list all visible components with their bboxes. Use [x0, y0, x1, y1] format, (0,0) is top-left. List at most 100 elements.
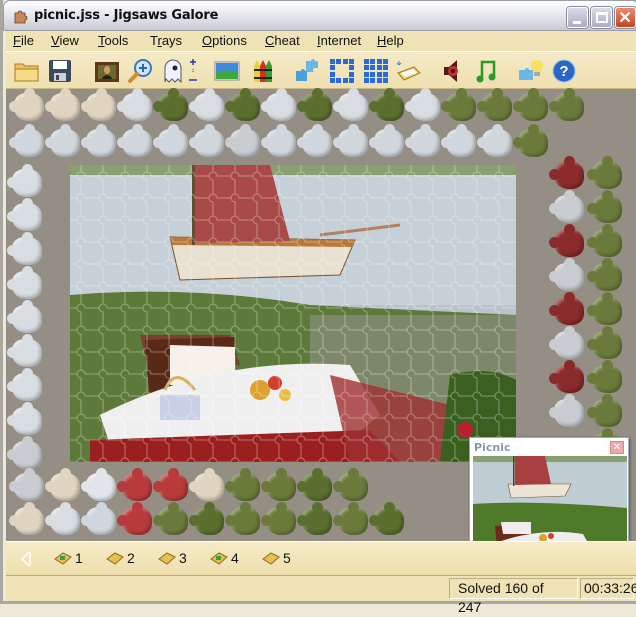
colors-button[interactable]: [249, 57, 277, 85]
menu-internet[interactable]: Internet: [317, 33, 361, 48]
loose-puzzle-piece[interactable]: [153, 502, 188, 535]
loose-puzzle-piece[interactable]: [7, 232, 42, 265]
music-button[interactable]: [473, 57, 501, 85]
puzzle-assembly[interactable]: [70, 165, 516, 462]
loose-puzzle-piece[interactable]: [405, 88, 440, 121]
menu-cheat[interactable]: Cheat: [265, 33, 300, 48]
tray-1[interactable]: 1: [54, 550, 83, 566]
loose-puzzle-piece[interactable]: [297, 88, 332, 121]
loose-puzzle-piece[interactable]: [549, 88, 584, 121]
loose-puzzle-piece[interactable]: [45, 502, 80, 535]
loose-puzzle-piece[interactable]: [189, 124, 224, 157]
loose-puzzle-piece[interactable]: [81, 124, 116, 157]
loose-puzzle-piece[interactable]: [261, 88, 296, 121]
loose-puzzle-piece[interactable]: [587, 326, 622, 359]
save-button[interactable]: [46, 57, 74, 85]
loose-puzzle-piece[interactable]: [117, 468, 152, 501]
loose-puzzle-piece[interactable]: [189, 468, 224, 501]
menu-trays[interactable]: Trays: [150, 33, 182, 48]
tray-2[interactable]: 2: [106, 550, 135, 566]
minimize-button[interactable]: [567, 7, 588, 28]
loose-puzzle-piece[interactable]: [333, 124, 368, 157]
scatter-button[interactable]: [293, 57, 321, 85]
loose-puzzle-piece[interactable]: [45, 468, 80, 501]
loose-puzzle-piece[interactable]: [45, 124, 80, 157]
loose-puzzle-piece[interactable]: [45, 88, 80, 121]
loose-puzzle-piece[interactable]: [549, 326, 584, 359]
loose-puzzle-piece[interactable]: [477, 124, 512, 157]
all-pieces-button[interactable]: [362, 57, 390, 85]
loose-puzzle-piece[interactable]: [9, 88, 44, 121]
background-button[interactable]: [213, 57, 241, 85]
loose-puzzle-piece[interactable]: [549, 224, 584, 257]
loose-puzzle-piece[interactable]: [333, 502, 368, 535]
loose-puzzle-piece[interactable]: [441, 88, 476, 121]
loose-puzzle-piece[interactable]: [189, 502, 224, 535]
loose-puzzle-piece[interactable]: [587, 258, 622, 291]
edge-pieces-button[interactable]: [328, 57, 356, 85]
open-button[interactable]: [13, 57, 41, 85]
loose-puzzle-piece[interactable]: [9, 502, 44, 535]
loose-puzzle-piece[interactable]: [369, 88, 404, 121]
loose-puzzle-piece[interactable]: [587, 292, 622, 325]
loose-puzzle-piece[interactable]: [9, 468, 44, 501]
ghost-adjust-button[interactable]: [186, 57, 200, 85]
loose-puzzle-piece[interactable]: [9, 124, 44, 157]
loose-puzzle-piece[interactable]: [7, 300, 42, 333]
loose-puzzle-piece[interactable]: [549, 156, 584, 189]
menu-view[interactable]: View: [51, 33, 79, 48]
loose-puzzle-piece[interactable]: [7, 266, 42, 299]
menu-file[interactable]: File: [13, 33, 34, 48]
loose-puzzle-piece[interactable]: [117, 502, 152, 535]
loose-puzzle-piece[interactable]: [587, 156, 622, 189]
loose-puzzle-piece[interactable]: [477, 88, 512, 121]
loose-puzzle-piece[interactable]: [261, 124, 296, 157]
loose-puzzle-piece[interactable]: [153, 88, 188, 121]
loose-puzzle-piece[interactable]: [587, 224, 622, 257]
picture-button[interactable]: [93, 57, 121, 85]
loose-puzzle-piece[interactable]: [7, 436, 42, 469]
loose-puzzle-piece[interactable]: [81, 502, 116, 535]
hint-button[interactable]: [517, 57, 545, 85]
loose-puzzle-piece[interactable]: [587, 190, 622, 223]
loose-puzzle-piece[interactable]: [369, 502, 404, 535]
loose-puzzle-piece[interactable]: [117, 124, 152, 157]
menu-options[interactable]: Options: [202, 33, 247, 48]
loose-puzzle-piece[interactable]: [117, 88, 152, 121]
loose-puzzle-piece[interactable]: [225, 124, 260, 157]
title-bar[interactable]: picnic.jss - Jigsaws Galore: [3, 0, 636, 31]
help-button[interactable]: ?: [550, 57, 578, 85]
loose-puzzle-piece[interactable]: [549, 292, 584, 325]
loose-puzzle-piece[interactable]: [189, 88, 224, 121]
loose-puzzle-piece[interactable]: [549, 258, 584, 291]
menu-tools[interactable]: Tools: [98, 33, 128, 48]
close-button[interactable]: [615, 7, 636, 28]
loose-puzzle-piece[interactable]: [369, 124, 404, 157]
tray-4[interactable]: 4: [210, 550, 239, 566]
ghost-button[interactable]: [159, 57, 187, 85]
loose-puzzle-piece[interactable]: [587, 360, 622, 393]
loose-puzzle-piece[interactable]: [7, 164, 42, 197]
zoom-button[interactable]: [126, 57, 154, 85]
loose-puzzle-piece[interactable]: [261, 502, 296, 535]
loose-puzzle-piece[interactable]: [81, 88, 116, 121]
loose-puzzle-piece[interactable]: [153, 124, 188, 157]
loose-puzzle-piece[interactable]: [441, 124, 476, 157]
loose-puzzle-piece[interactable]: [7, 198, 42, 231]
new-tray-button[interactable]: [394, 57, 422, 85]
sound-button[interactable]: [438, 57, 466, 85]
menu-help[interactable]: Help: [377, 33, 404, 48]
loose-puzzle-piece[interactable]: [405, 124, 440, 157]
loose-puzzle-piece[interactable]: [7, 334, 42, 367]
maximize-button[interactable]: [591, 7, 612, 28]
loose-puzzle-piece[interactable]: [513, 124, 548, 157]
preview-close-button[interactable]: ✕: [610, 441, 624, 454]
loose-puzzle-piece[interactable]: [297, 468, 332, 501]
loose-puzzle-piece[interactable]: [7, 368, 42, 401]
loose-puzzle-piece[interactable]: [225, 88, 260, 121]
loose-puzzle-piece[interactable]: [81, 468, 116, 501]
loose-puzzle-piece[interactable]: [549, 394, 584, 427]
loose-puzzle-piece[interactable]: [153, 468, 188, 501]
loose-puzzle-piece[interactable]: [225, 468, 260, 501]
tray-3[interactable]: 3: [158, 550, 187, 566]
